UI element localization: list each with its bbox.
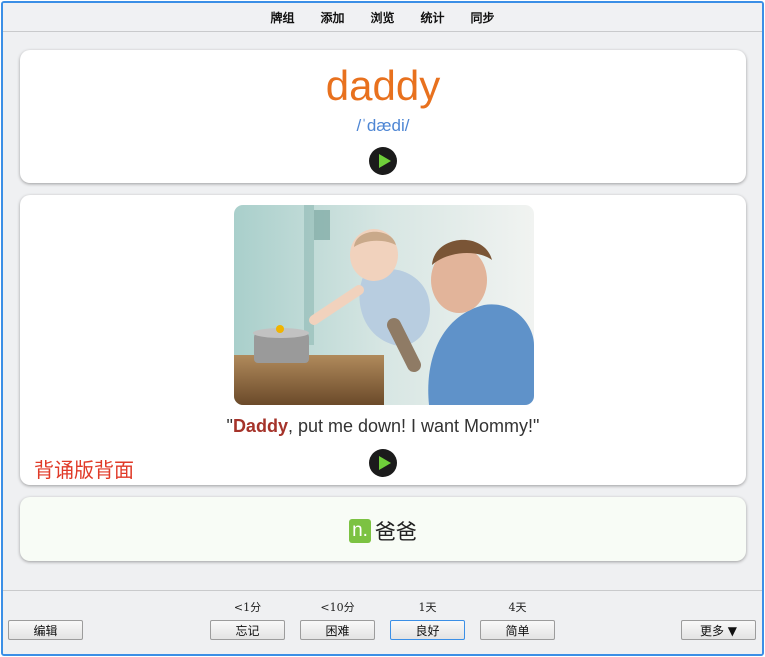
interval-hard: <10分 — [320, 601, 355, 614]
menu-stats[interactable]: 统计 — [421, 9, 445, 26]
highlighted-word: Daddy — [232, 416, 288, 436]
play-icon[interactable] — [369, 147, 397, 175]
meaning-text: 爸爸 — [374, 520, 417, 544]
example-sentence: "Daddy, put me down! I want Mommy!" — [226, 416, 540, 436]
example-photo-illustration — [234, 205, 534, 405]
menu-browse[interactable]: 浏览 — [370, 9, 394, 26]
edit-button[interactable]: 编辑 — [8, 620, 83, 640]
meaning-card: n. 爸爸 — [20, 497, 746, 561]
menu-decks[interactable]: 牌组 — [270, 9, 294, 26]
play-icon[interactable] — [369, 449, 397, 477]
part-of-speech-badge: n. — [349, 519, 371, 543]
word-card: daddy /ˈdædi/ — [20, 50, 746, 183]
menu-sync[interactable]: 同步 — [471, 9, 495, 26]
phonetic: /ˈdædi/ — [356, 116, 410, 135]
example-card: "Daddy, put me down! I want Mommy!" 背诵版背… — [20, 195, 746, 485]
good-button[interactable]: 良好 — [390, 620, 465, 640]
interval-easy: 4天 — [508, 601, 527, 614]
meaning-row: n. 爸爸 — [20, 516, 746, 546]
top-menu-bar: 牌组 添加 浏览 统计 同步 — [3, 3, 762, 32]
example-photo — [234, 205, 534, 405]
review-window: 牌组 添加 浏览 统计 同步 daddy /ˈdædi/ "Daddy, put… — [1, 1, 764, 656]
easy-button[interactable]: 简单 — [480, 620, 555, 640]
interval-again: <1分 — [233, 601, 262, 614]
more-button[interactable]: 更多 ▼ — [681, 620, 756, 640]
interval-good: 1天 — [418, 601, 437, 614]
headword: daddy — [325, 62, 441, 109]
menu-add[interactable]: 添加 — [320, 9, 344, 26]
card-type-label: 背诵版背面 — [34, 458, 134, 482]
again-button[interactable]: 忘记 — [210, 620, 285, 640]
answer-bar: 编辑 <1分 忘记 <10分 困难 1天 良好 4天 简单 更多 ▼ — [3, 590, 762, 654]
hard-button[interactable]: 困难 — [300, 620, 375, 640]
